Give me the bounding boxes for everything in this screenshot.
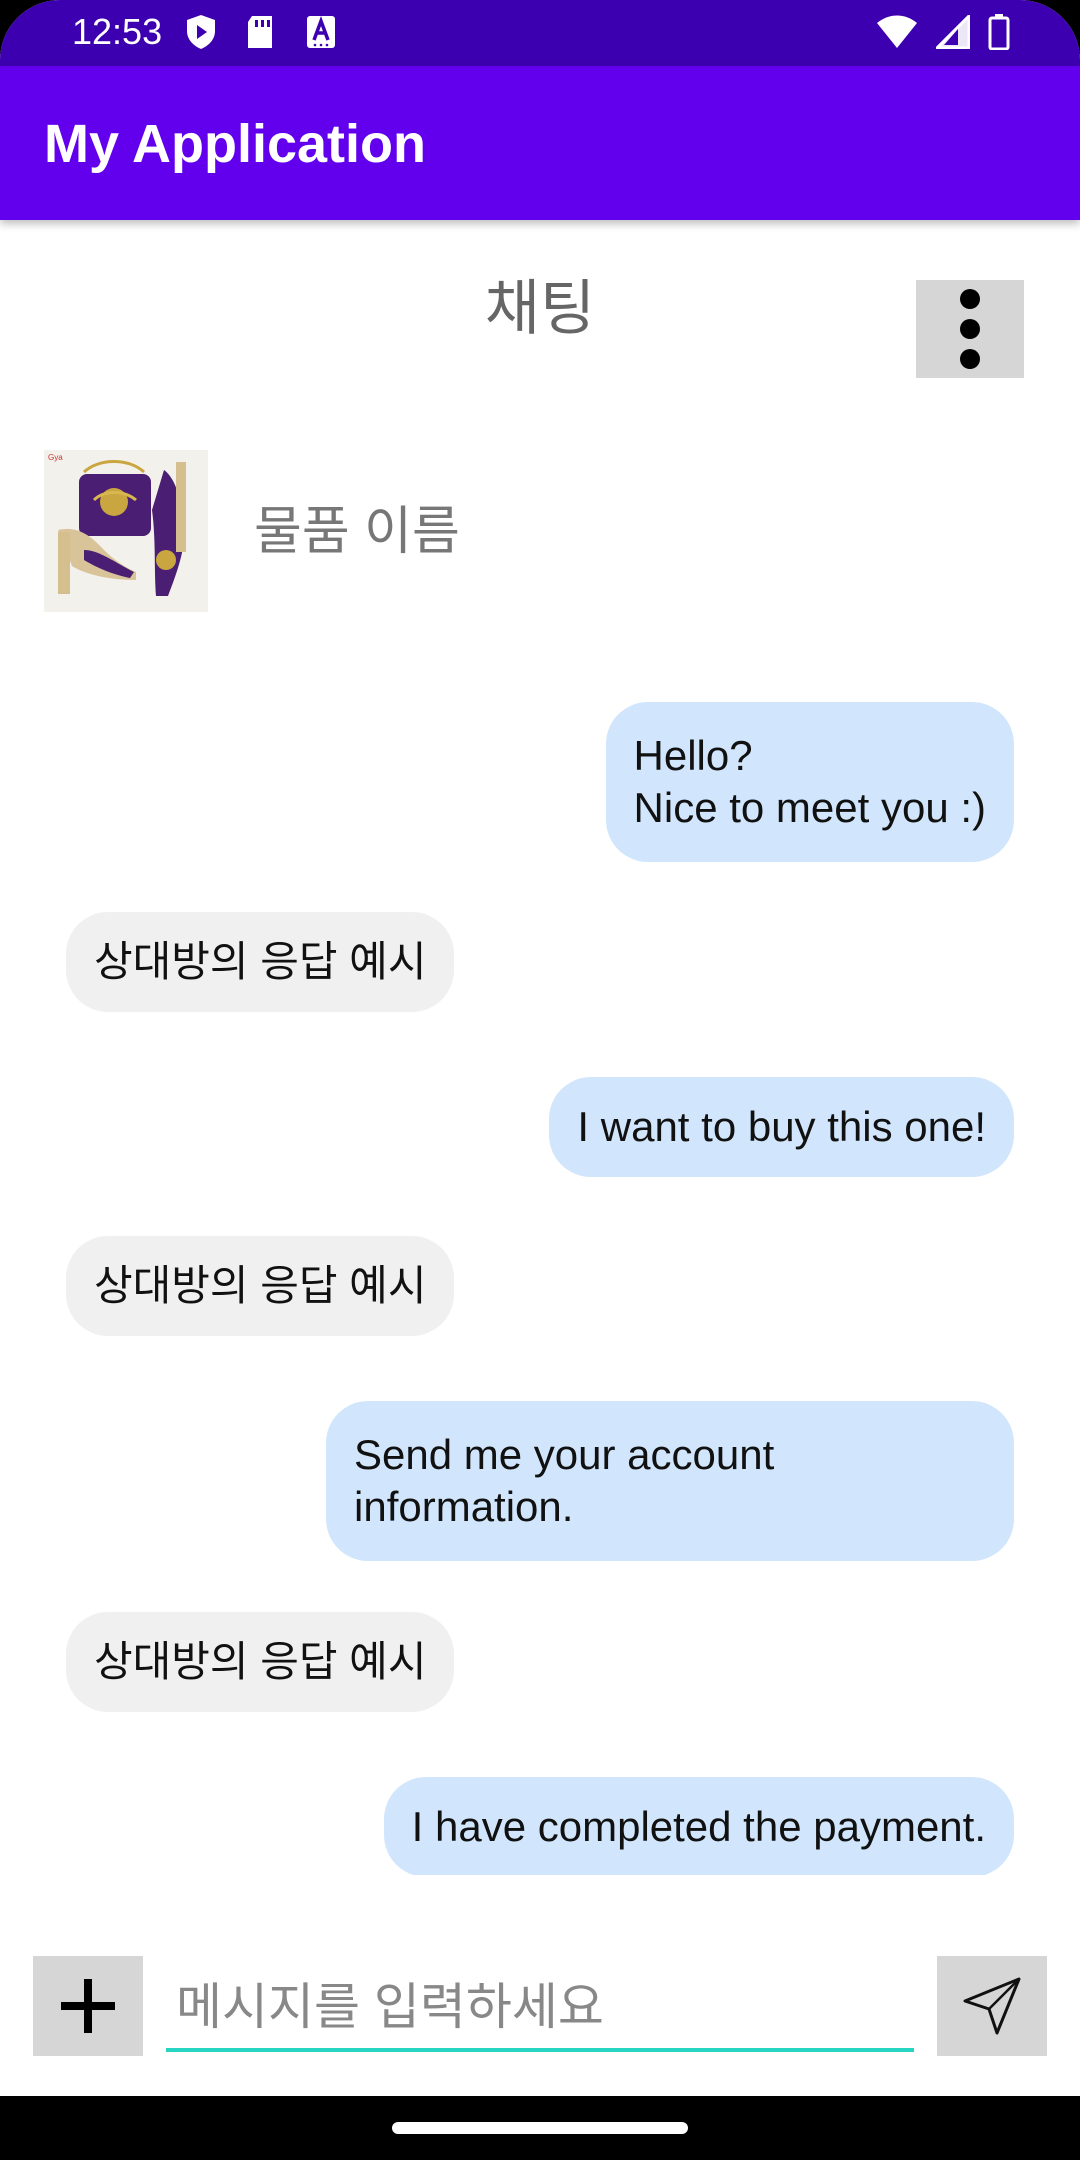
my-message: I have completed the payment. [383,1777,1014,1875]
wifi-icon [877,15,917,48]
their-message: 상대방의 응답 예시 [66,912,455,1012]
plus-icon [61,1979,115,2033]
status-bar: 12:53 [0,0,1080,66]
message-input[interactable] [166,1966,914,2052]
my-message: I want to buy this one! [549,1077,1014,1177]
product-image: Gya [44,450,208,612]
svg-text:Gya: Gya [48,453,63,462]
more-vertical-icon [960,289,980,369]
their-message: 상대방의 응답 예시 [66,1236,455,1336]
a-keyboard-icon [307,15,335,48]
add-attachment-button[interactable] [33,1956,143,2056]
signal-icon [936,15,970,49]
my-message: Send me your account information. [326,1401,1014,1561]
send-icon [963,1977,1021,2035]
sd-card-icon [248,16,272,48]
status-right-icons [876,12,1010,52]
product-name: 물품 이름 [254,503,460,561]
message-list[interactable]: Hello? Nice to meet you :) 상대방의 응답 예시 I … [0,680,1080,1875]
chat-screen: 12:53 My Application 채팅 Gya 물품 이름 Hello?… [0,0,1080,2160]
home-indicator[interactable] [392,2122,688,2134]
navigation-bar [0,2096,1080,2160]
app-bar: My Application [0,66,1080,220]
their-message: 상대방의 응답 예시 [66,1612,455,1712]
battery-icon [988,14,1010,50]
shield-play-icon [187,15,215,49]
more-options-button[interactable] [916,280,1024,378]
app-title: My Application [44,114,427,174]
my-message: Hello? Nice to meet you :) [605,702,1014,862]
status-time: 12:53 [72,11,163,52]
send-button[interactable] [937,1956,1047,2056]
